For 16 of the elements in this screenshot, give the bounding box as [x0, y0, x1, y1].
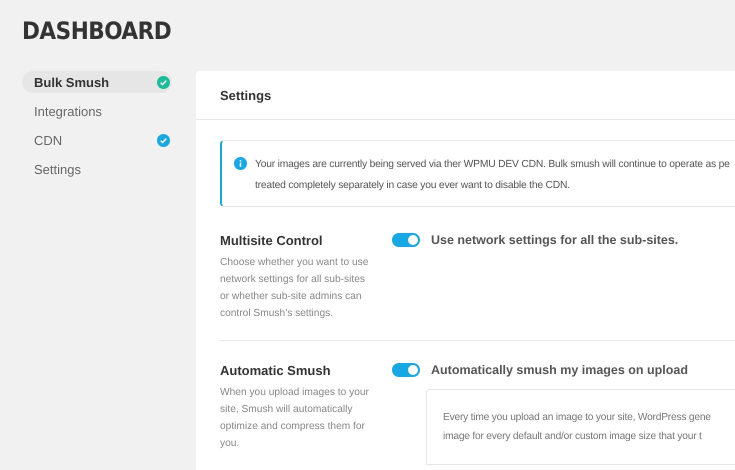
sidebar-item[interactable]: Integrations	[22, 100, 172, 122]
setting-description: When you upload images to your site, Smush will automatically optimize and compress them for you.	[220, 386, 370, 451]
sidebar-item[interactable]: Bulk Smush	[22, 71, 172, 93]
detail-text: Every time you upload an image to your site, WordPress gene	[443, 411, 712, 425]
notice-text: treated completely separately in case you ever want to disable the CDN.	[255, 179, 571, 193]
sidebar-item[interactable]: CDN	[22, 129, 172, 151]
notice-text: Your images are currently being served via ther WPMU DEV CDN. Bulk smush will continue to operate as pe	[255, 158, 730, 172]
setting-title: Automatic Smush	[220, 363, 332, 378]
setting-title: Multisite Control	[220, 233, 324, 248]
detail-text: image for every default and/or custom image size that your t	[443, 430, 703, 444]
panel-title: Settings	[220, 88, 272, 102]
toggle-label: Automatically smush my images on upload	[431, 363, 688, 377]
page-title: DASHBOARD	[21, 16, 172, 47]
toggle-label: Use network settings for all the sub-sites.	[431, 233, 678, 247]
setting-description: Choose whether you want to use network settings for all sub-sites or whether sub-site admins can control Smush’s settings.	[220, 256, 370, 321]
sidebar-item[interactable]: Settings	[22, 158, 172, 180]
